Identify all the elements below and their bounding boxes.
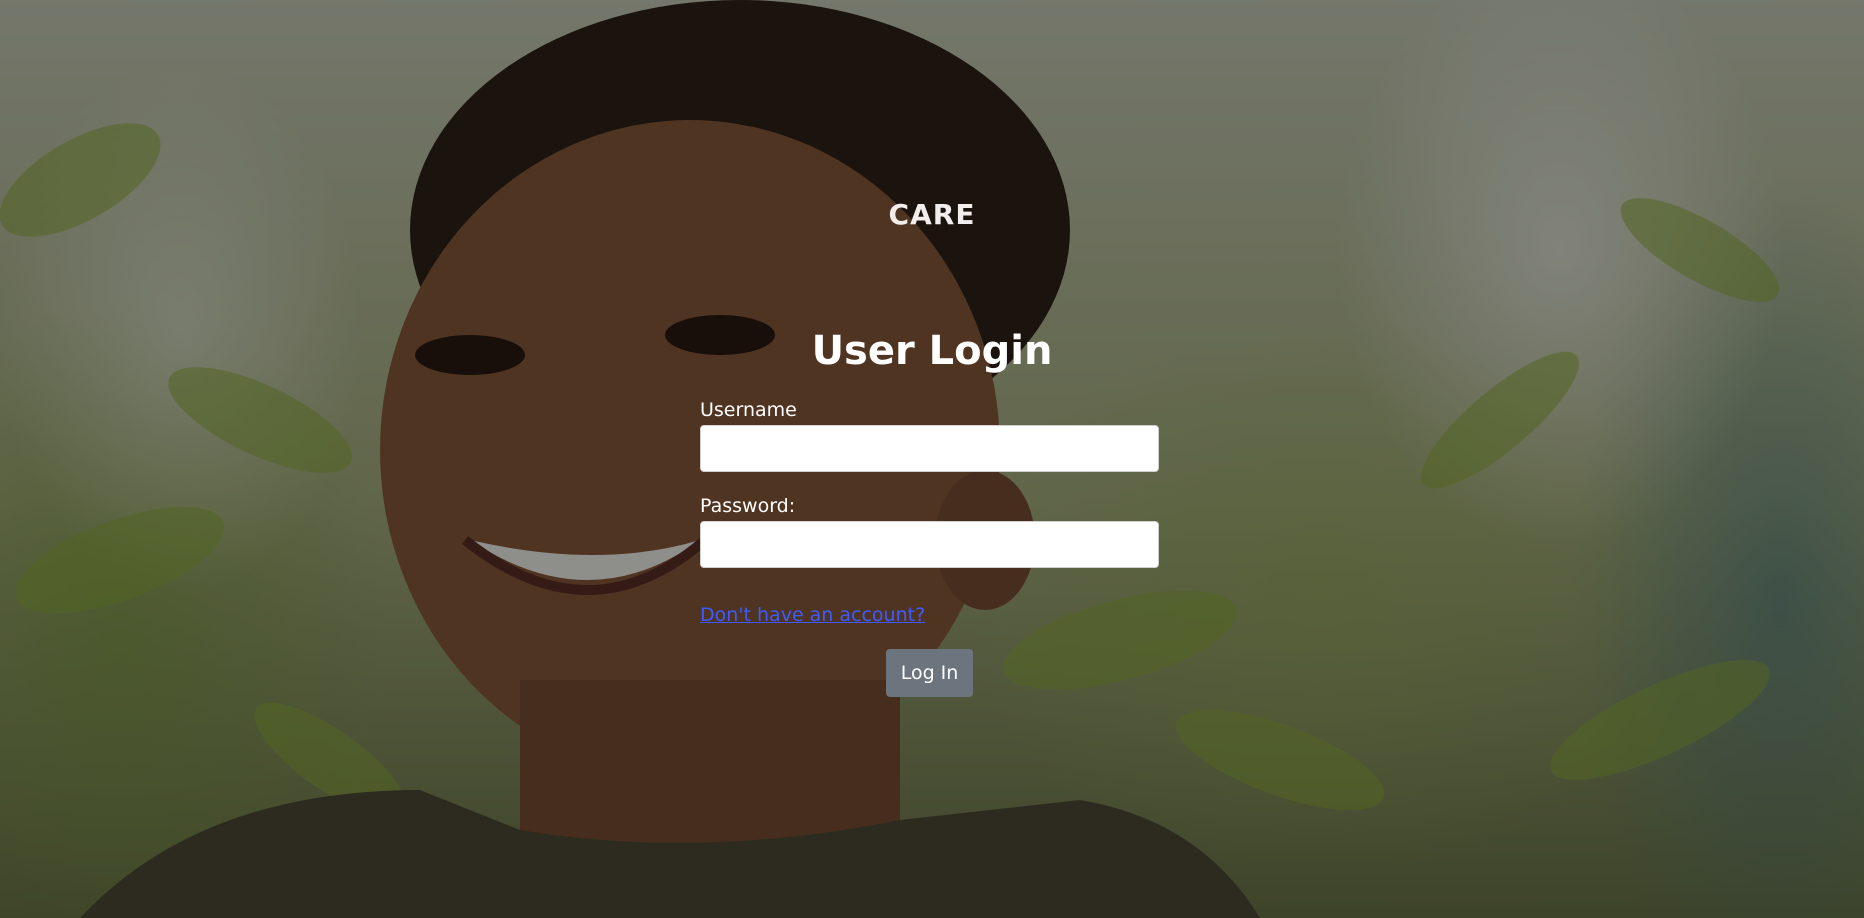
username-input[interactable] bbox=[700, 425, 1159, 472]
password-group: Password: bbox=[700, 494, 1159, 568]
username-group: Username bbox=[700, 398, 1159, 472]
username-label: Username bbox=[700, 399, 797, 421]
brand-name: CARE bbox=[888, 198, 976, 231]
signup-link[interactable]: Don't have an account? bbox=[700, 604, 925, 626]
login-container: CARE User Login Username Password: Don't… bbox=[0, 0, 1864, 918]
password-input[interactable] bbox=[700, 521, 1159, 568]
login-form: Username Password: Don't have an account… bbox=[700, 398, 1159, 626]
login-page: CARE User Login Username Password: Don't… bbox=[0, 0, 1864, 918]
password-label: Password: bbox=[700, 495, 796, 517]
login-button[interactable]: Log In bbox=[886, 649, 973, 697]
login-title: User Login bbox=[811, 328, 1053, 374]
